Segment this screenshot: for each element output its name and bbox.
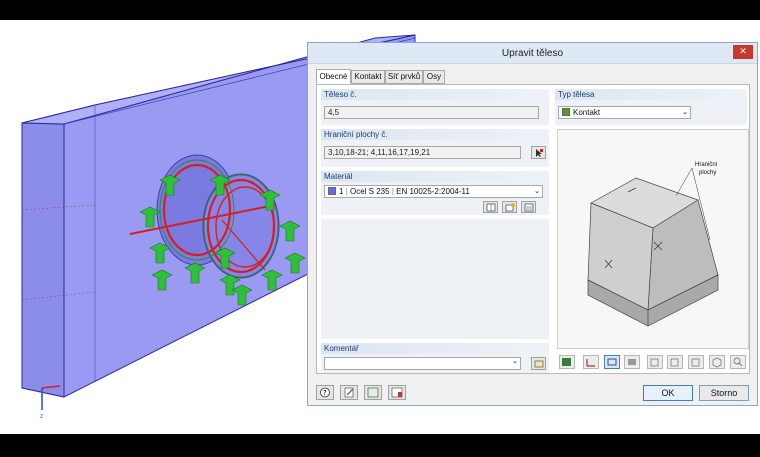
- general-tab-panel: Těleso č. 4,5 Typ tělesa Kontakt ⌄ Hrani…: [316, 84, 750, 374]
- preview-iso-tool[interactable]: [709, 355, 725, 369]
- zoom-icon: [733, 357, 743, 367]
- preview-view-y-tool[interactable]: [667, 355, 683, 369]
- axis-z-label: z: [40, 414, 43, 420]
- frame-icon: [607, 358, 617, 366]
- edit-button[interactable]: [340, 385, 358, 400]
- svg-text:?: ?: [323, 389, 327, 397]
- dialog-titlebar[interactable]: Upravit těleso ✕: [308, 43, 757, 64]
- library-icon: [486, 203, 496, 212]
- body-type-section: Typ tělesa Kontakt ⌄: [555, 89, 747, 125]
- material-select[interactable]: 1 | Ocel S 235 | EN 10025-2:2004-11 ⌄: [324, 185, 543, 198]
- preview-color-tool[interactable]: [559, 355, 575, 369]
- body-number-field[interactable]: 4,5: [324, 106, 539, 119]
- preview-annotation-line2: plochy: [699, 170, 717, 176]
- preview-view-z-tool[interactable]: [688, 355, 704, 369]
- edit-material-button[interactable]: [521, 201, 536, 213]
- material-section: Materiál 1 | Ocel S 235 | EN 10025-2:200…: [321, 171, 549, 215]
- wedge-solid-illustration: [587, 167, 719, 327]
- preview-axes-tool[interactable]: [583, 355, 599, 369]
- render-icon: [562, 358, 571, 366]
- material-library-button[interactable]: [483, 201, 498, 213]
- iso-view-icon: [712, 357, 722, 368]
- new-material-button[interactable]: [502, 201, 517, 213]
- body-type-select[interactable]: Kontakt ⌄: [558, 106, 691, 119]
- material-color-swatch: [328, 187, 336, 195]
- comment-label: Komentář: [321, 343, 549, 354]
- body-type-color-swatch: [562, 108, 570, 116]
- pencil-icon: [344, 387, 354, 398]
- chevron-down-icon: ⌄: [534, 187, 540, 195]
- units-icon: [367, 387, 379, 398]
- units-button[interactable]: [364, 385, 382, 400]
- body-type-label: Typ tělesa: [555, 89, 747, 100]
- body-number-section: Těleso č. 4,5: [321, 89, 549, 125]
- body-type-value: Kontakt: [573, 108, 601, 117]
- tab-general[interactable]: Obecné: [316, 69, 351, 84]
- material-name: Ocel S 235: [350, 187, 390, 196]
- boundary-surfaces-section: Hraniční plochy č. 3,10,18-21; 4,11,16,1…: [321, 129, 549, 167]
- info-button[interactable]: [388, 385, 406, 400]
- empty-options-area: [321, 219, 549, 339]
- view-y-icon: [670, 358, 679, 367]
- cancel-button[interactable]: Storno: [699, 385, 749, 401]
- help-icon: ?: [320, 387, 330, 398]
- bottom-black-bar: [0, 434, 760, 457]
- comment-input[interactable]: [324, 357, 521, 370]
- solid-icon: [628, 359, 636, 365]
- tab-axes[interactable]: Osy: [423, 70, 445, 84]
- body-number-label: Těleso č.: [321, 89, 549, 100]
- preview-view-x-tool[interactable]: [647, 355, 663, 369]
- chevron-down-icon[interactable]: ⌄: [512, 357, 518, 365]
- preview-solid-tool[interactable]: [624, 355, 640, 369]
- edit-material-icon: [524, 203, 534, 212]
- axes-icon: [586, 359, 595, 367]
- comment-library-button[interactable]: [531, 357, 546, 370]
- tab-contact[interactable]: Kontakt: [351, 70, 385, 84]
- dialog-title: Upravit těleso: [501, 48, 564, 59]
- view-z-icon: [691, 358, 700, 367]
- top-black-bar: [0, 0, 760, 20]
- preview-view-tool[interactable]: [604, 355, 620, 369]
- material-number: 1: [339, 187, 344, 196]
- pick-surfaces-button[interactable]: [531, 146, 546, 159]
- pick-cursor-icon: [536, 149, 543, 157]
- tab-mesh[interactable]: Síť prvků: [385, 70, 423, 84]
- info-icon: [391, 387, 403, 398]
- help-button[interactable]: ?: [316, 385, 334, 400]
- preview-annotation-line1: Hraniční: [695, 162, 718, 168]
- view-x-icon: [650, 358, 659, 367]
- close-button[interactable]: ✕: [733, 45, 753, 59]
- new-material-icon: [505, 203, 515, 212]
- material-norm: EN 10025-2:2004-11: [396, 187, 470, 196]
- edit-solid-dialog: Upravit těleso ✕ Obecné Kontakt Síť prvk…: [307, 42, 758, 406]
- ok-button[interactable]: OK: [643, 385, 693, 401]
- preview-zoom-tool[interactable]: [730, 355, 746, 369]
- body-preview-image: Hraniční plochy: [557, 129, 749, 349]
- boundary-surfaces-field[interactable]: 3,10,18-21; 4,11,16,17,19,21: [324, 146, 521, 159]
- comment-section: Komentář ⌄: [321, 343, 549, 373]
- material-label: Materiál: [321, 171, 549, 182]
- chevron-down-icon: ⌄: [682, 108, 688, 116]
- comment-icon: [534, 360, 544, 368]
- boundary-surfaces-label: Hraniční plochy č.: [321, 129, 549, 140]
